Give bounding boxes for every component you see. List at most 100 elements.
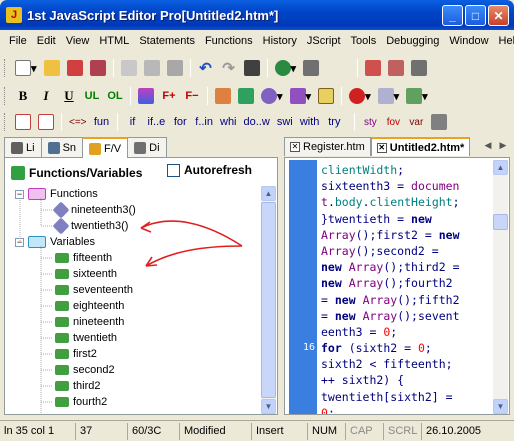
redo-button[interactable]: ↷ bbox=[218, 58, 240, 79]
menu-jscript[interactable]: JScript bbox=[302, 33, 346, 52]
paste-button[interactable] bbox=[164, 58, 186, 79]
fv-title: Functions/Variables bbox=[29, 166, 143, 180]
font-decrease-button[interactable]: F− bbox=[181, 86, 203, 107]
close-tab-icon[interactable]: ✕ bbox=[376, 142, 387, 153]
stop-button[interactable]: ▾ bbox=[346, 86, 374, 107]
unordered-list-button[interactable]: UL bbox=[81, 86, 103, 107]
menu-debugging[interactable]: Debugging bbox=[381, 33, 444, 52]
font-increase-button[interactable]: F+ bbox=[158, 86, 180, 107]
cut-button[interactable] bbox=[118, 58, 140, 79]
tab-register[interactable]: ✕ Register.htm bbox=[284, 137, 371, 156]
image-button[interactable] bbox=[235, 86, 257, 107]
function-wizard-button[interactable] bbox=[35, 112, 57, 133]
save-icon bbox=[66, 60, 83, 76]
code-editor[interactable]: 16 clientWidth; sixteenth3 = documen t.b… bbox=[284, 157, 510, 415]
object-button[interactable]: ▾ bbox=[403, 86, 431, 107]
menu-help[interactable]: Help bbox=[494, 33, 514, 52]
open-button[interactable] bbox=[41, 58, 63, 79]
code-text[interactable]: clientWidth; sixteenth3 = documen t.body… bbox=[321, 162, 491, 414]
maximize-button[interactable]: □ bbox=[465, 5, 486, 26]
menu-functions[interactable]: Functions bbox=[200, 33, 258, 52]
tab-directory[interactable]: Di bbox=[127, 137, 167, 157]
link-button[interactable]: ▾ bbox=[287, 86, 315, 107]
save-all-button[interactable] bbox=[87, 58, 109, 79]
close-tab-icon[interactable]: ✕ bbox=[290, 142, 300, 152]
for-button[interactable]: for bbox=[169, 112, 191, 133]
tab-prev-icon[interactable]: ◀ bbox=[481, 137, 495, 153]
tab-list[interactable]: Li bbox=[4, 137, 42, 157]
frame-button[interactable] bbox=[315, 86, 337, 107]
print-button[interactable] bbox=[408, 58, 430, 79]
tab-functions-variables[interactable]: F/V bbox=[82, 137, 129, 158]
var-button[interactable]: var bbox=[405, 112, 427, 133]
close-button[interactable]: ✕ bbox=[488, 5, 509, 26]
snippet-icon bbox=[47, 141, 60, 154]
function-tag-button[interactable]: <=> bbox=[66, 112, 90, 133]
try-button[interactable]: try bbox=[323, 112, 345, 133]
new-file-icon bbox=[15, 60, 31, 76]
tab-untitled2[interactable]: ✕ Untitled2.htm* bbox=[370, 137, 471, 156]
window-1-button[interactable] bbox=[362, 58, 384, 79]
tab-next-icon[interactable]: ▶ bbox=[496, 137, 510, 153]
ordered-list-button[interactable]: OL bbox=[104, 86, 126, 107]
menu-statements[interactable]: Statements bbox=[134, 33, 200, 52]
menu-history[interactable]: History bbox=[258, 33, 302, 52]
while-button[interactable]: whi bbox=[217, 112, 240, 133]
tree-lines bbox=[19, 198, 53, 414]
form-button[interactable]: ▾ bbox=[375, 86, 403, 107]
if-else-button[interactable]: if..e bbox=[145, 112, 169, 133]
binoculars-icon bbox=[243, 60, 260, 76]
tree-item-label: fourth2 bbox=[73, 396, 108, 408]
tools-icon bbox=[303, 60, 320, 76]
underline-button[interactable]: U bbox=[58, 86, 80, 107]
menu-window[interactable]: Window bbox=[444, 33, 493, 52]
for-in-button[interactable]: f..in bbox=[192, 112, 216, 133]
new-file-button[interactable]: ▾ bbox=[12, 58, 40, 79]
fv-header: Functions/Variables bbox=[11, 163, 142, 183]
window-2-button[interactable] bbox=[385, 58, 407, 79]
autorefresh-toggle[interactable]: Autorefresh bbox=[167, 163, 252, 177]
scroll-down-icon[interactable]: ▼ bbox=[493, 399, 508, 414]
function-button[interactable]: fun bbox=[91, 112, 113, 133]
minimize-button[interactable]: _ bbox=[442, 5, 463, 26]
menu-tools[interactable]: Tools bbox=[346, 33, 382, 52]
bold-button[interactable]: B bbox=[12, 86, 34, 107]
undo-button[interactable]: ↶ bbox=[195, 58, 217, 79]
toolbar-statements: <=> fun if if..e for f..in whi do..w swi… bbox=[4, 110, 450, 134]
color-button[interactable]: ▾ bbox=[258, 86, 286, 107]
menu-html[interactable]: HTML bbox=[94, 33, 134, 52]
menu-edit[interactable]: Edit bbox=[32, 33, 61, 52]
save-button[interactable] bbox=[64, 58, 86, 79]
table-button[interactable] bbox=[212, 86, 234, 107]
status-cap: CAP bbox=[346, 422, 384, 440]
menu-file[interactable]: File bbox=[4, 33, 32, 52]
editor-scrollbar[interactable]: ▲ ▼ bbox=[493, 160, 508, 414]
tab-label: Li bbox=[26, 141, 35, 154]
open-folder-icon bbox=[43, 60, 60, 76]
copy-button[interactable] bbox=[141, 58, 163, 79]
scroll-thumb[interactable] bbox=[261, 202, 276, 398]
function-list-button[interactable] bbox=[12, 112, 34, 133]
autorefresh-checkbox[interactable] bbox=[167, 163, 180, 177]
scroll-down-icon[interactable]: ▼ bbox=[261, 399, 276, 414]
tools-button[interactable] bbox=[300, 58, 322, 79]
tree-scrollbar[interactable]: ▲ ▼ bbox=[261, 186, 276, 414]
find-button[interactable] bbox=[241, 58, 263, 79]
style-button[interactable]: sty bbox=[359, 112, 381, 133]
fov-button[interactable]: fov bbox=[382, 112, 404, 133]
if-button[interactable]: if bbox=[122, 112, 144, 133]
with-button[interactable]: with bbox=[297, 112, 323, 133]
scroll-up-icon[interactable]: ▲ bbox=[261, 186, 276, 201]
switch-button[interactable]: swi bbox=[274, 112, 296, 133]
scroll-up-icon[interactable]: ▲ bbox=[493, 160, 508, 175]
more-button[interactable] bbox=[428, 112, 450, 133]
image-icon bbox=[238, 88, 254, 104]
italic-button[interactable]: I bbox=[35, 86, 57, 107]
do-while-button[interactable]: do..w bbox=[241, 112, 273, 133]
refresh-icon[interactable] bbox=[11, 166, 25, 180]
menu-view[interactable]: View bbox=[61, 33, 95, 52]
browser-preview-button[interactable]: ▾ bbox=[272, 58, 300, 79]
font-button[interactable] bbox=[135, 86, 157, 107]
tab-snippets[interactable]: Sn bbox=[40, 137, 84, 157]
scroll-thumb[interactable] bbox=[493, 214, 508, 230]
